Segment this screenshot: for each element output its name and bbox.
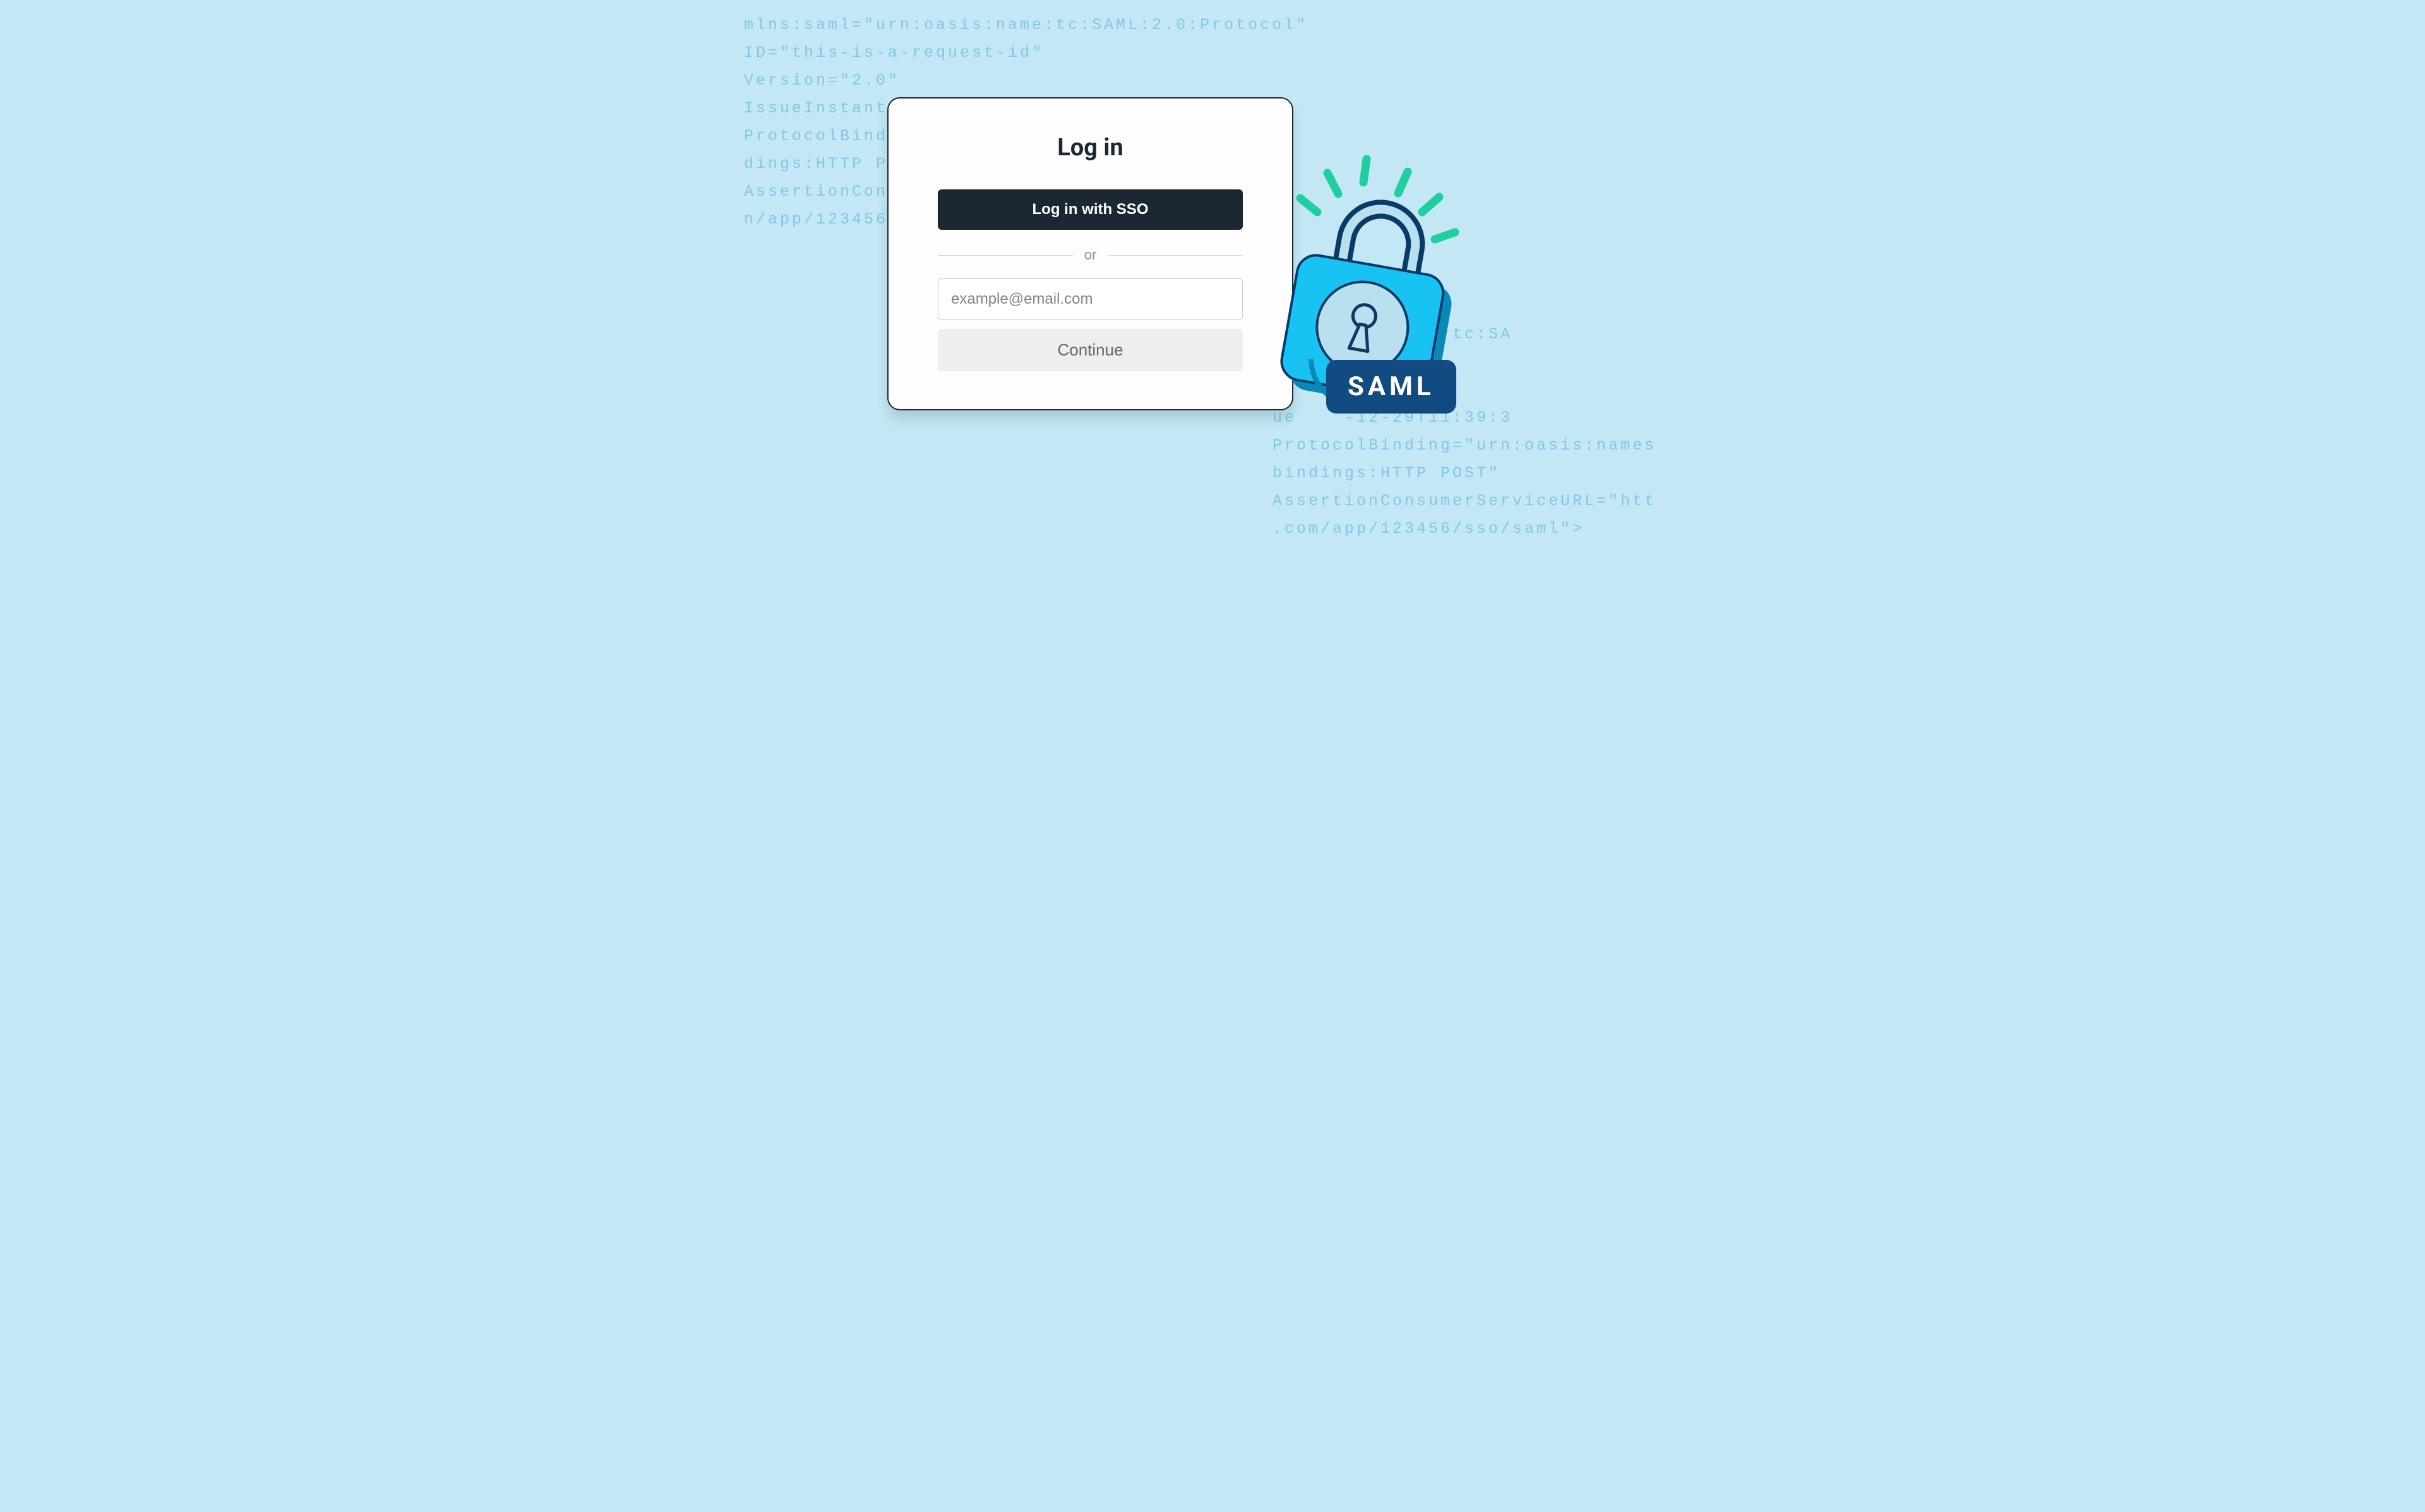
email-input[interactable] xyxy=(938,278,1243,320)
continue-button[interactable]: Continue xyxy=(938,329,1243,371)
divider-line-left xyxy=(938,255,1073,256)
code-background-right: uest urn:oasis:name:tc:SA a-request-id" … xyxy=(1272,293,1656,543)
divider-line-right xyxy=(1108,255,1243,256)
divider-text: or xyxy=(1073,247,1108,263)
login-card: Log in Log in with SSO or Continue xyxy=(887,97,1293,410)
saml-badge: SAML xyxy=(1326,360,1456,414)
card-title: Log in xyxy=(938,134,1243,162)
sso-button[interactable]: Log in with SSO xyxy=(938,189,1243,230)
divider: or xyxy=(938,247,1243,263)
